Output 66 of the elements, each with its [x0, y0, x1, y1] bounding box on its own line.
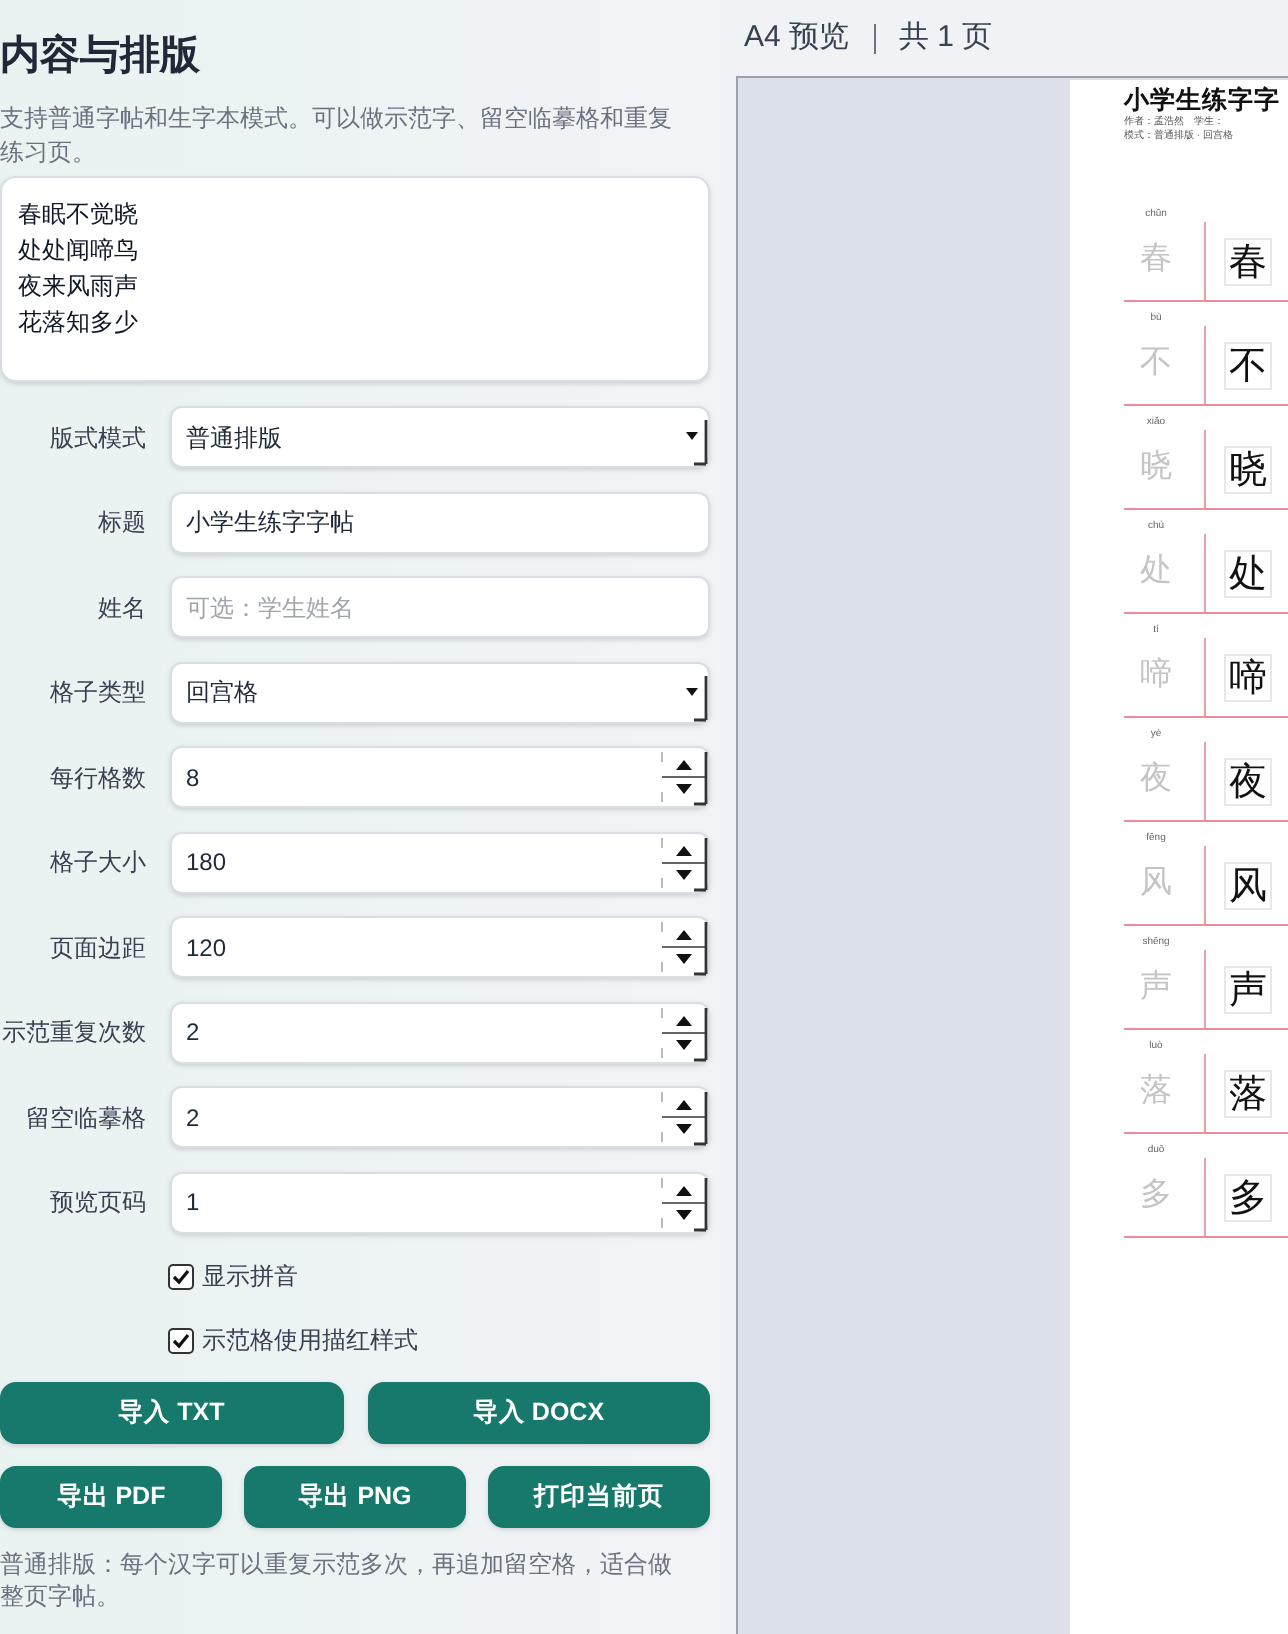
model-character: 声: [1224, 965, 1272, 1013]
text-line: 处处闻啼鸟: [18, 234, 138, 268]
number-input[interactable]: 1: [170, 1171, 710, 1233]
field-label: 标题: [96, 506, 146, 540]
field-label: 留空临摹格: [24, 1101, 146, 1135]
number-input[interactable]: 180: [170, 831, 710, 893]
mode-note: 普通排版：每个汉字可以重复示范多次，再追加留空格，适合做整页字帖。: [0, 1548, 674, 1612]
dropdown-select[interactable]: 普通排版: [170, 406, 710, 468]
model-character: 风: [1224, 861, 1272, 909]
spinner-arrows-icon[interactable]: [660, 1173, 708, 1231]
page-count: 共 1 页: [899, 17, 993, 58]
model-character: 落: [1224, 1069, 1272, 1117]
trace-character: 多: [1140, 1174, 1172, 1214]
model-character: 春: [1224, 237, 1272, 285]
model-character: 多: [1224, 1173, 1272, 1221]
trace-character: 风: [1140, 862, 1172, 902]
model-character: 处: [1224, 549, 1272, 597]
field-label: 格子大小: [48, 846, 146, 880]
checkbox[interactable]: [168, 1263, 194, 1289]
trace-character: 晓: [1140, 446, 1172, 486]
text-line: 春眠不觉晓: [18, 198, 138, 232]
print-button[interactable]: 打印当前页: [488, 1466, 710, 1528]
checkbox[interactable]: [168, 1327, 194, 1353]
panel-description: 支持普通字帖和生字本模式。可以做示范字、留空临摹格和重复练习页。: [0, 102, 674, 170]
trace-character: 处: [1140, 550, 1172, 590]
text-line: 夜来风雨声: [18, 270, 138, 304]
text-input[interactable]: 可选：学生姓名: [170, 576, 710, 638]
model-character: 啼: [1224, 653, 1272, 701]
trace-character: 春: [1140, 238, 1172, 278]
number-input[interactable]: 120: [170, 916, 710, 978]
checkbox-label: 显示拼音: [202, 1260, 298, 1294]
export-pdf-button[interactable]: 导出 PDF: [0, 1466, 222, 1528]
text-line: 花落知多少: [18, 306, 138, 340]
field-label: 格子类型: [48, 676, 146, 710]
spinner-arrows-icon[interactable]: [660, 1088, 708, 1146]
spinner-arrows-icon[interactable]: [660, 833, 708, 891]
trace-character: 不: [1140, 342, 1172, 382]
content-text-area[interactable]: 春眠不觉晓 处处闻啼鸟 夜来风雨声 花落知多少: [0, 176, 710, 382]
field-label: 版式模式: [48, 421, 146, 455]
export-png-button[interactable]: 导出 PNG: [244, 1466, 466, 1528]
text-input[interactable]: 小学生练字字帖: [170, 491, 710, 553]
model-character: 晓: [1224, 445, 1272, 493]
spinner-arrows-icon[interactable]: [660, 748, 708, 806]
import-docx-button[interactable]: 导入 DOCX: [367, 1382, 710, 1444]
checkbox-label: 示范格使用描红样式: [202, 1324, 418, 1358]
model-character: 不: [1224, 341, 1272, 389]
number-input[interactable]: 2: [170, 1001, 710, 1063]
trace-character: 落: [1140, 1070, 1172, 1110]
number-input[interactable]: 8: [170, 746, 710, 808]
import-txt-button[interactable]: 导入 TXT: [0, 1382, 343, 1444]
preview-heading: A4 预览: [744, 17, 850, 58]
trace-character: 啼: [1140, 654, 1172, 694]
page-title: 小学生练字字: [1124, 86, 1282, 115]
trace-character: 声: [1140, 966, 1172, 1006]
field-label: 每行格数: [48, 761, 146, 795]
dropdown-select[interactable]: 回宫格: [170, 661, 710, 723]
field-label: 预览页码: [48, 1186, 146, 1220]
spinner-arrows-icon[interactable]: [660, 1003, 708, 1061]
number-input[interactable]: 2: [170, 1086, 710, 1148]
model-character: 夜: [1224, 757, 1272, 805]
spinner-arrows-icon[interactable]: [660, 918, 708, 976]
trace-character: 夜: [1140, 758, 1172, 798]
field-label: 页面边距: [48, 931, 146, 965]
field-label: 姓名: [96, 591, 146, 625]
panel-title: 内容与排版: [0, 31, 202, 82]
field-label: 示范重复次数: [0, 1016, 146, 1050]
